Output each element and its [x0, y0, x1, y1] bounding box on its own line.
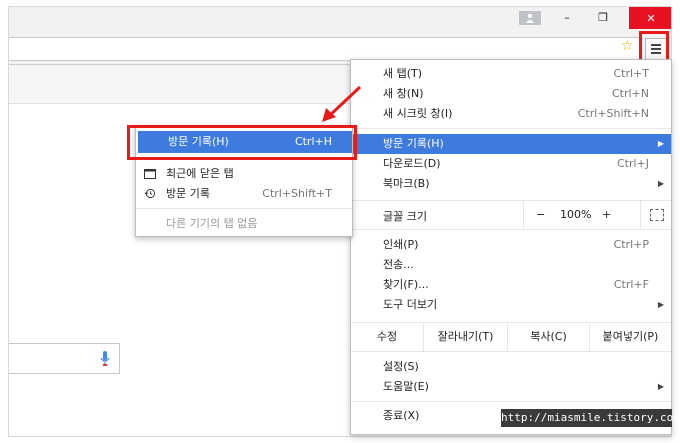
menu-item-incognito[interactable]: 새 시크릿 창(I) Ctrl+Shift+N	[351, 104, 671, 124]
bookmark-star-icon[interactable]: ☆	[621, 38, 634, 54]
minimize-button[interactable]: –	[556, 7, 578, 27]
close-icon: ✕	[646, 11, 656, 25]
menu-item-history[interactable]: 방문 기록(H) ▶	[351, 134, 671, 154]
profile-button[interactable]	[519, 11, 541, 25]
menu-divider	[351, 401, 671, 402]
history-highlight-box	[127, 125, 357, 160]
submenu-divider	[136, 208, 352, 209]
title-bar: – ❐ ✕	[9, 7, 671, 33]
submenu-item-recently-closed[interactable]: 최근에 닫은 탭	[136, 164, 352, 184]
menu-item-new-tab[interactable]: 새 탭(T) Ctrl+T	[351, 64, 671, 84]
menu-item-bookmarks[interactable]: 북마크(B) ▶	[351, 174, 671, 194]
search-input[interactable]	[9, 343, 120, 374]
page-header-strip	[9, 66, 359, 104]
zoom-row: 글꼴 크기 − 100% +	[351, 200, 671, 230]
zoom-in-button[interactable]: +	[602, 208, 611, 221]
fullscreen-icon[interactable]	[640, 201, 672, 229]
tab-icon	[144, 169, 156, 179]
submenu-arrow-icon: ▶	[657, 179, 664, 188]
menu-divider	[351, 128, 671, 129]
restore-icon: ❐	[598, 10, 608, 24]
copy-button[interactable]: 복사(C)	[507, 323, 589, 351]
menu-item-downloads[interactable]: 다운로드(D) Ctrl+J	[351, 154, 671, 174]
menu-item-more-tools[interactable]: 도구 더보기 ▶	[351, 295, 671, 315]
menu-item-settings[interactable]: 설정(S)	[351, 357, 671, 377]
menu-item-find[interactable]: 찾기(F)... Ctrl+F	[351, 275, 671, 295]
edit-label: 수정	[376, 330, 398, 343]
microphone-icon[interactable]	[100, 351, 110, 367]
zoom-level: 100%	[560, 208, 592, 221]
close-button[interactable]: ✕	[629, 7, 671, 29]
submenu-arrow-icon: ▶	[657, 300, 664, 309]
menu-item-new-window[interactable]: 새 창(N) Ctrl+N	[351, 84, 671, 104]
menu-item-help[interactable]: 도움말(E) ▶	[351, 377, 671, 397]
submenu-item-no-tabs: 다른 기기의 탭 없음	[166, 217, 258, 230]
zoom-out-button[interactable]: −	[536, 208, 545, 221]
minimize-icon: –	[564, 10, 570, 24]
submenu-arrow-icon: ▶	[657, 382, 664, 391]
paste-button[interactable]: 붙여넣기(P)	[589, 323, 671, 351]
chrome-main-menu: 새 탭(T) Ctrl+T 새 창(N) Ctrl+N 새 시크릿 창(I) Ctrl…	[350, 59, 672, 435]
menu-item-cast[interactable]: 전송...	[351, 255, 671, 275]
submenu-item-history-entry[interactable]: 방문 기록 Ctrl+Shift+T	[136, 184, 352, 204]
watermark: http://miasmile.tistory.com	[501, 409, 680, 427]
zoom-controls: − 100% +	[523, 201, 671, 229]
cut-button[interactable]: 잘라내기(T)	[423, 323, 507, 351]
annotation-arrow-icon	[322, 85, 362, 122]
maximize-button[interactable]: ❐	[592, 7, 614, 27]
user-icon	[526, 13, 534, 23]
history-clock-icon	[144, 188, 156, 199]
menu-item-print[interactable]: 인쇄(P) Ctrl+P	[351, 235, 671, 255]
zoom-label: 글꼴 크기	[383, 210, 427, 223]
address-bar[interactable]	[9, 37, 641, 61]
submenu-arrow-icon: ▶	[657, 139, 664, 148]
edit-row: 수정 잘라내기(T) 복사(C) 붙여넣기(P)	[351, 322, 671, 352]
